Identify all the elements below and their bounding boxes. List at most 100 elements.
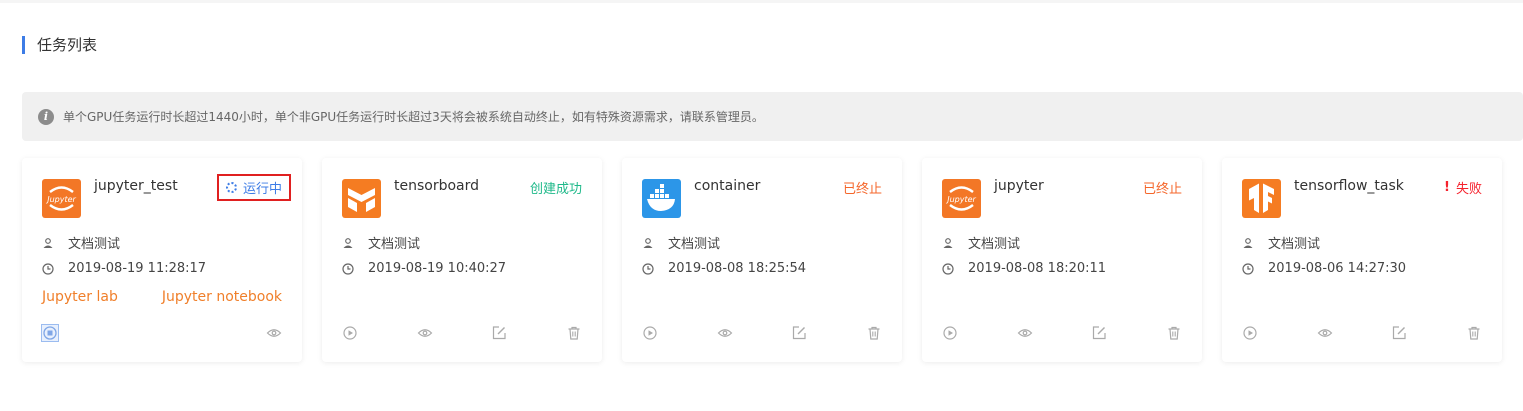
eye-icon — [1017, 329, 1033, 337]
card-actions — [342, 325, 582, 341]
view-button[interactable] — [266, 325, 282, 341]
task-name[interactable]: jupyter_test — [94, 178, 178, 194]
start-button[interactable] — [1242, 325, 1258, 341]
task-name[interactable]: jupyter — [994, 178, 1044, 194]
task-card[interactable]: tensorboard 创建成功 文档测试 2019-08-19 10:40:2… — [322, 158, 602, 362]
owner-row: 文档测试 — [42, 233, 120, 252]
view-button[interactable] — [417, 325, 433, 341]
task-card[interactable]: tensorflow_task ! 失败 文档测试 2019-08-06 14:… — [1222, 158, 1502, 362]
time-row: 2019-08-08 18:25:54 — [642, 261, 806, 276]
task-card[interactable]: Jupyter jupyter 已终止 文档测试 2019-08-08 18:2… — [922, 158, 1202, 362]
clock-icon — [342, 262, 354, 275]
notice-banner: i 单个GPU任务运行时长超过1440小时，单个非GPU任务运行时长超过3天将会… — [22, 92, 1523, 141]
view-button[interactable] — [1017, 325, 1033, 341]
view-button[interactable] — [717, 325, 733, 341]
view-button[interactable] — [1317, 325, 1333, 341]
jupyter-lab-link[interactable]: Jupyter lab — [42, 289, 118, 305]
loading-spinner-icon — [225, 182, 237, 193]
owner-name: 文档测试 — [668, 237, 721, 252]
section-title: 任务列表 — [22, 36, 97, 54]
created-time: 2019-08-19 11:28:17 — [68, 261, 207, 276]
owner-row: 文档测试 — [1242, 233, 1320, 252]
svg-text:Jupyter: Jupyter — [45, 195, 76, 204]
owner-row: 文档测试 — [342, 233, 420, 252]
task-card[interactable]: container 已终止 文档测试 2019-08-08 18:25:54 — [622, 158, 902, 362]
start-button[interactable] — [942, 325, 958, 341]
card-actions — [642, 325, 882, 341]
time-row: 2019-08-08 18:20:11 — [942, 261, 1106, 276]
tensorflow-logo-icon — [1242, 179, 1281, 218]
created-time: 2019-08-06 14:27:30 — [1268, 261, 1407, 276]
edit-button[interactable] — [791, 325, 807, 341]
edit-icon — [793, 326, 806, 340]
status-badge: 已终止 — [1143, 178, 1182, 197]
trash-icon — [868, 326, 880, 340]
svg-text:Jupyter: Jupyter — [945, 195, 976, 204]
play-icon — [1243, 326, 1257, 340]
play-icon — [343, 326, 357, 340]
delete-button[interactable] — [566, 325, 582, 341]
play-icon — [643, 326, 657, 340]
status-label: 运行中 — [242, 182, 282, 197]
owner-name: 文档测试 — [368, 237, 421, 252]
stop-icon — [43, 326, 57, 340]
status-badge: 创建成功 — [530, 178, 582, 197]
launch-links: Jupyter lab Jupyter notebook — [42, 289, 282, 305]
eye-icon — [417, 329, 433, 337]
created-time: 2019-08-08 18:25:54 — [668, 261, 807, 276]
trash-icon — [568, 326, 580, 340]
task-card[interactable]: Jupyter jupyter_test 运行中 文档测试 2019-08-19… — [22, 158, 302, 362]
clock-icon — [1242, 262, 1254, 275]
user-icon — [43, 237, 53, 248]
delete-button[interactable] — [866, 325, 882, 341]
tensorboard-logo-icon — [342, 179, 381, 218]
edit-button[interactable] — [1091, 325, 1107, 341]
edit-icon — [1393, 326, 1406, 340]
eye-icon — [1317, 329, 1333, 337]
status-label: 失败 — [1455, 182, 1482, 197]
user-icon — [643, 237, 653, 248]
time-row: 2019-08-19 11:28:17 — [42, 261, 206, 276]
error-icon: ! — [1444, 180, 1450, 195]
eye-icon — [266, 329, 282, 337]
jupyter-logo-icon: Jupyter — [942, 179, 981, 218]
task-name[interactable]: tensorboard — [394, 178, 479, 194]
trash-icon — [1168, 326, 1180, 340]
status-badge: 已终止 — [843, 178, 882, 197]
edit-button[interactable] — [491, 325, 507, 341]
owner-name: 文档测试 — [1268, 237, 1321, 252]
status-badge: ! 失败 — [1444, 178, 1482, 197]
edit-button[interactable] — [1391, 325, 1407, 341]
user-icon — [1243, 237, 1253, 248]
created-time: 2019-08-19 10:40:27 — [368, 261, 507, 276]
time-row: 2019-08-19 10:40:27 — [342, 261, 506, 276]
edit-icon — [493, 326, 506, 340]
status-label: 已终止 — [1142, 182, 1182, 197]
user-icon — [343, 237, 353, 248]
clock-icon — [942, 262, 954, 275]
card-actions — [942, 325, 1182, 341]
task-name[interactable]: tensorflow_task — [1294, 178, 1404, 194]
start-button[interactable] — [342, 325, 358, 341]
eye-icon — [717, 329, 733, 337]
owner-name: 文档测试 — [968, 237, 1021, 252]
docker-logo-icon — [642, 179, 681, 218]
jupyter-logo-icon: Jupyter — [42, 179, 81, 218]
delete-button[interactable] — [1166, 325, 1182, 341]
clock-icon — [642, 262, 654, 275]
task-name[interactable]: container — [694, 178, 760, 194]
clock-icon — [42, 262, 54, 275]
created-time: 2019-08-08 18:20:11 — [968, 261, 1107, 276]
time-row: 2019-08-06 14:27:30 — [1242, 261, 1406, 276]
status-label: 创建成功 — [529, 182, 582, 197]
jupyter-notebook-link[interactable]: Jupyter notebook — [162, 289, 282, 305]
owner-name: 文档测试 — [68, 237, 121, 252]
owner-row: 文档测试 — [942, 233, 1020, 252]
notice-text: 单个GPU任务运行时长超过1440小时，单个非GPU任务运行时长超过3天将会被系… — [63, 110, 764, 124]
start-button[interactable] — [642, 325, 658, 341]
trash-icon — [1468, 326, 1480, 340]
delete-button[interactable] — [1466, 325, 1482, 341]
info-icon: i — [38, 108, 54, 125]
stop-button[interactable] — [41, 324, 59, 342]
status-badge: 运行中 — [216, 174, 291, 201]
